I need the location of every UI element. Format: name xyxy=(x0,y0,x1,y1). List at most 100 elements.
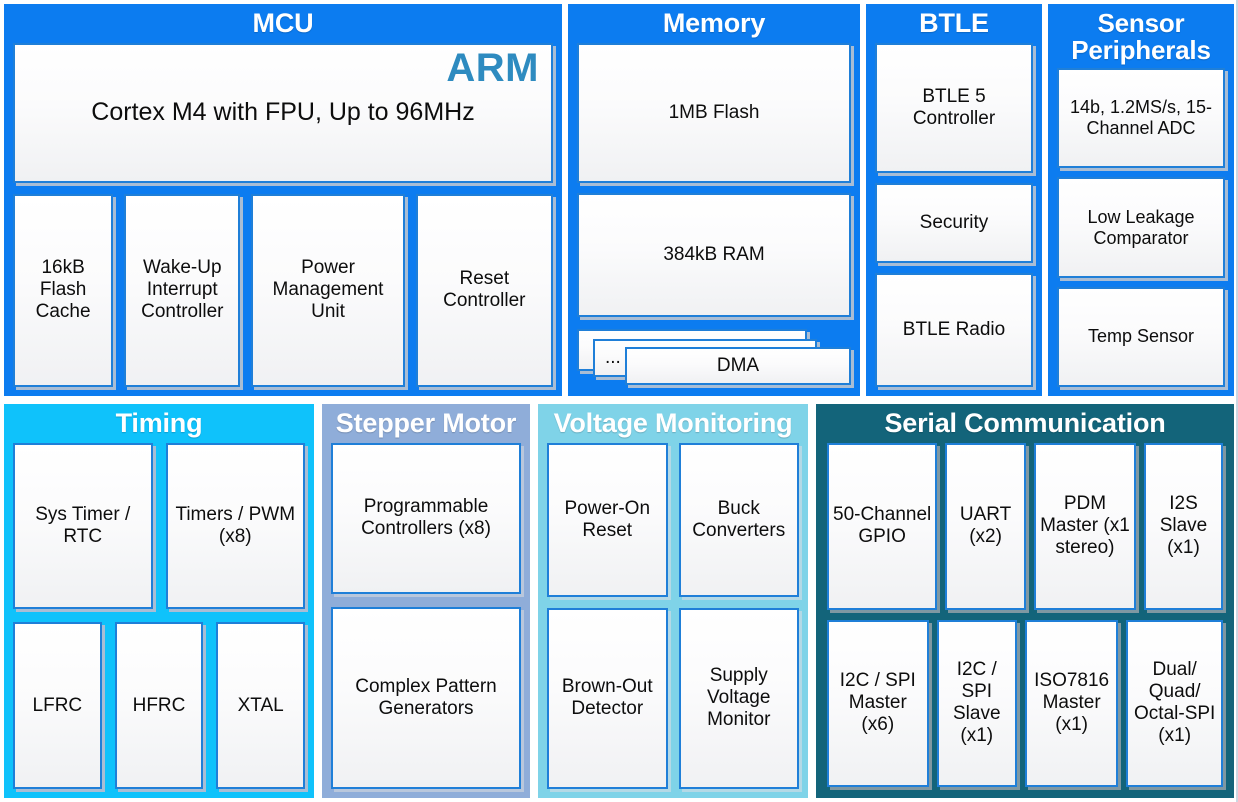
mcu-block-row: 16kB Flash Cache Wake-Up Interrupt Contr… xyxy=(13,193,553,387)
block-label-power-on-reset: Power-On Reset xyxy=(564,497,651,541)
block-label-flash-cache: 16kB Flash Cache xyxy=(35,257,91,323)
block-dma: DMA xyxy=(625,346,851,385)
panel-body-voltage-monitoring: Power-On Reset Buck Converters Brown-Out… xyxy=(547,442,799,789)
panel-body-btle: BTLE 5 Controller Security BTLE Radio xyxy=(875,42,1033,387)
block-label-security: Security xyxy=(919,212,989,234)
block-adc: 14b, 1.2MS/s, 15-Channel ADC xyxy=(1057,68,1225,169)
block-dual-quad-octal-spi: Dual/ Quad/ Octal-SPI (x1) xyxy=(1126,619,1224,787)
block-reset-controller: Reset Controller xyxy=(415,193,553,387)
panel-title-serial-communication: Serial Communication xyxy=(884,408,1166,438)
timing-row-1: Sys Timer / RTC Timers / PWM (x8) xyxy=(13,442,305,610)
block-label-supply-voltage-monitor: Supply Voltage Monitor xyxy=(707,665,771,731)
panel-memory: Memory 1MB Flash 384kB RAM ... DMA xyxy=(568,4,860,396)
block-label-pdm-master: PDM Master (x1 stereo) xyxy=(1040,493,1130,559)
block-label-xtal: XTAL xyxy=(237,694,284,716)
arm-logo-text: ARM xyxy=(446,45,539,90)
panel-title-btle: BTLE xyxy=(919,8,989,38)
block-programmable-controllers: Programmable Controllers (x8) xyxy=(331,442,521,594)
block-i2s-slave: I2S Slave (x1) xyxy=(1143,442,1223,610)
block-flash-cache: 16kB Flash Cache xyxy=(13,193,114,387)
block-label-wake-up-interrupt-controller: Wake-Up Interrupt Controller xyxy=(141,257,224,323)
block-label-low-leakage-comparator: Low Leakage Comparator xyxy=(1087,206,1195,248)
arm-logo: ARM xyxy=(446,48,539,88)
panel-body-sensor-peripherals: 14b, 1.2MS/s, 15-Channel ADC Low Leakage… xyxy=(1057,68,1225,388)
block-xtal: XTAL xyxy=(216,622,306,789)
block-wake-up-interrupt-controller: Wake-Up Interrupt Controller xyxy=(124,193,241,387)
panel-title-voltage-monitoring: Voltage Monitoring xyxy=(553,408,793,438)
panel-mcu: MCU ARM Cortex M4 with FPU, Up to 96MHz … xyxy=(4,4,562,396)
block-low-leakage-comparator: Low Leakage Comparator xyxy=(1057,177,1225,278)
panel-stepper-motor: Stepper Motor Programmable Controllers (… xyxy=(322,404,530,798)
block-sys-timer-rtc: Sys Timer / RTC xyxy=(13,442,153,610)
block-label-iso7816-master: ISO7816 Master (x1) xyxy=(1034,670,1110,736)
block-label-programmable-controllers: Programmable Controllers (x8) xyxy=(361,496,491,540)
block-label-temp-sensor: Temp Sensor xyxy=(1087,326,1195,347)
panel-title-timing: Timing xyxy=(115,408,203,438)
block-label-gpio: 50-Channel GPIO xyxy=(833,504,932,548)
panel-title-memory: Memory xyxy=(662,8,766,38)
panel-body-stepper-motor: Programmable Controllers (x8) Complex Pa… xyxy=(331,442,521,789)
block-temp-sensor: Temp Sensor xyxy=(1057,286,1225,388)
block-gpio: 50-Channel GPIO xyxy=(827,442,938,610)
panel-voltage-monitoring: Voltage Monitoring Power-On Reset Buck C… xyxy=(538,404,808,798)
panel-timing: Timing Sys Timer / RTC Timers / PWM (x8)… xyxy=(4,404,314,798)
panel-btle: BTLE BTLE 5 Controller Security BTLE Rad… xyxy=(866,4,1042,396)
block-power-on-reset: Power-On Reset xyxy=(547,442,668,597)
block-iso7816-master: ISO7816 Master (x1) xyxy=(1024,619,1119,787)
voltage-row-2: Brown-Out Detector Supply Voltage Monito… xyxy=(547,607,799,789)
panel-body-mcu: ARM Cortex M4 with FPU, Up to 96MHz 16kB… xyxy=(13,42,553,387)
block-uart: UART (x2) xyxy=(945,442,1026,610)
block-buck-converters: Buck Converters xyxy=(678,442,799,597)
panel-body-timing: Sys Timer / RTC Timers / PWM (x8) LFRC H… xyxy=(13,442,306,789)
block-security: Security xyxy=(875,183,1033,264)
block-label-timers-pwm: Timers / PWM (x8) xyxy=(175,503,296,547)
panel-sensor-peripherals: Sensor Peripherals 14b, 1.2MS/s, 15-Chan… xyxy=(1048,4,1234,396)
block-label-i2c-spi-master: I2C / SPI Master (x6) xyxy=(839,670,916,736)
block-label-dma: DMA xyxy=(716,354,760,376)
block-btle-radio: BTLE Radio xyxy=(875,273,1033,387)
block-label-i2c-spi-slave: I2C / SPI Slave (x1) xyxy=(952,659,1001,747)
block-lfrc: LFRC xyxy=(13,622,102,789)
block-i2c-spi-master: I2C / SPI Master (x6) xyxy=(827,619,929,787)
block-i2c-spi-slave: I2C / SPI Slave (x1) xyxy=(936,619,1017,787)
block-ram: 384kB RAM xyxy=(577,192,851,317)
block-label-dual-quad-octal-spi: Dual/ Quad/ Octal-SPI (x1) xyxy=(1134,659,1216,747)
block-hfrc: HFRC xyxy=(114,622,204,789)
block-label-flash: 1MB Flash xyxy=(668,101,760,123)
serial-row-1: 50-Channel GPIO UART (x2) PDM Master (x1… xyxy=(827,442,1223,610)
block-label-lfrc: LFRC xyxy=(32,694,83,716)
block-flash: 1MB Flash xyxy=(577,42,851,183)
block-btle-5-controller: BTLE 5 Controller xyxy=(875,42,1033,174)
block-label-buck-converters: Buck Converters xyxy=(692,497,786,541)
block-label-ram: 384kB RAM xyxy=(663,243,765,265)
panel-serial-communication: Serial Communication 50-Channel GPIO UAR… xyxy=(816,404,1234,798)
soc-block-diagram: MCU ARM Cortex M4 with FPU, Up to 96MHz … xyxy=(0,0,1238,802)
block-timers-pwm: Timers / PWM (x8) xyxy=(165,442,305,610)
block-supply-voltage-monitor: Supply Voltage Monitor xyxy=(678,607,799,789)
block-brown-out-detector: Brown-Out Detector xyxy=(547,607,668,789)
block-pdm-master: PDM Master (x1 stereo) xyxy=(1033,442,1136,610)
block-label-btle-radio: BTLE Radio xyxy=(902,319,1006,341)
block-label-i2s-slave: I2S Slave (x1) xyxy=(1159,493,1208,559)
block-label-reset-controller: Reset Controller xyxy=(443,268,526,312)
serial-row-2: I2C / SPI Master (x6) I2C / SPI Slave (x… xyxy=(827,619,1224,787)
panel-title-mcu: MCU xyxy=(252,8,314,38)
block-label-btle-5-controller: BTLE 5 Controller xyxy=(912,85,996,129)
block-cortex-m4: ARM Cortex M4 with FPU, Up to 96MHz xyxy=(13,42,553,183)
panel-body-memory: 1MB Flash 384kB RAM ... DMA xyxy=(577,42,851,387)
panel-title-stepper-motor: Stepper Motor xyxy=(335,408,517,438)
timing-row-2: LFRC HFRC XTAL xyxy=(13,622,306,789)
block-label-hfrc: HFRC xyxy=(132,694,186,716)
block-label-sys-timer-rtc: Sys Timer / RTC xyxy=(35,503,131,547)
panel-body-serial-communication: 50-Channel GPIO UART (x2) PDM Master (x1… xyxy=(827,442,1224,787)
block-label-complex-pattern-generators: Complex Pattern Generators xyxy=(355,675,497,719)
block-label-adc: 14b, 1.2MS/s, 15-Channel ADC xyxy=(1069,97,1213,139)
voltage-row-1: Power-On Reset Buck Converters xyxy=(547,442,799,597)
memory-stacked-blocks: ... DMA xyxy=(577,327,851,387)
panel-title-sensor-peripherals: Sensor Peripherals xyxy=(1071,8,1211,65)
block-power-management-unit: Power Management Unit xyxy=(251,193,405,387)
block-label-cortex-m4: Cortex M4 with FPU, Up to 96MHz xyxy=(91,98,475,127)
block-label-brown-out-detector: Brown-Out Detector xyxy=(561,676,653,720)
block-label-uart: UART (x2) xyxy=(959,504,1012,548)
block-complex-pattern-generators: Complex Pattern Generators xyxy=(331,606,521,789)
